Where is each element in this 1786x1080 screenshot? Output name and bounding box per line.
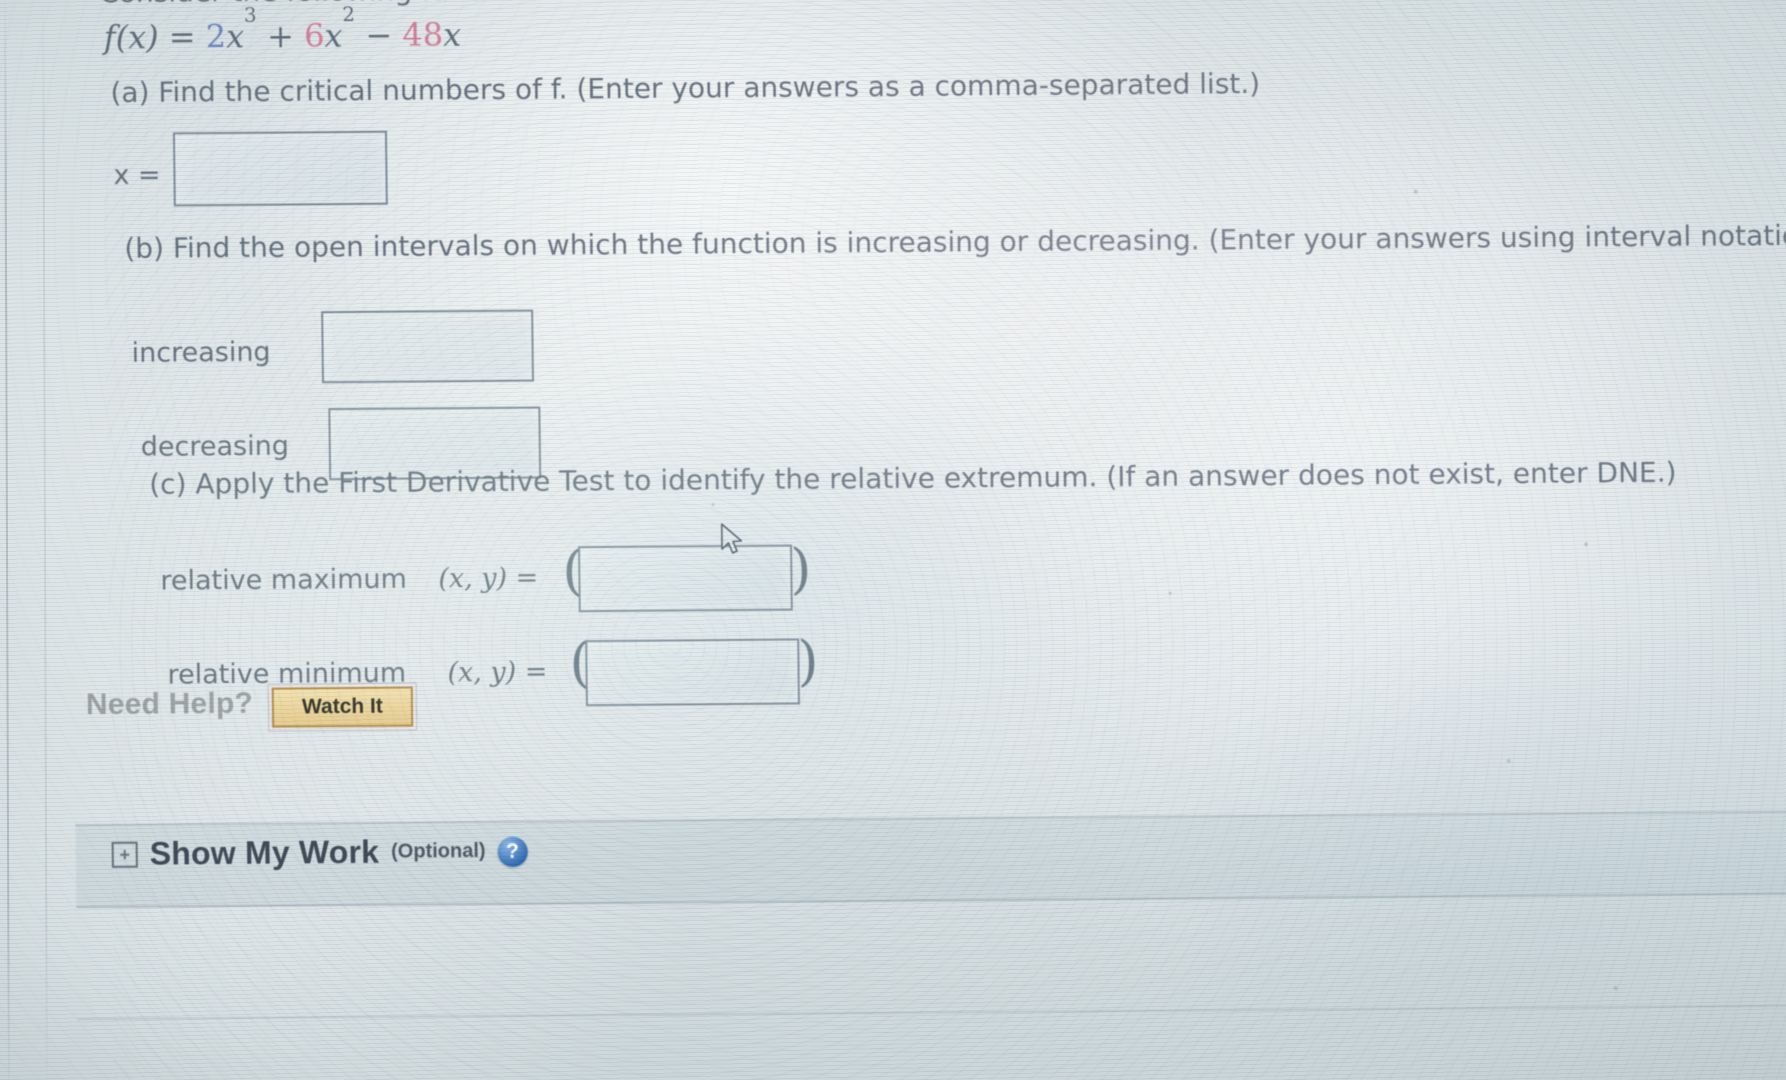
show-my-work-label: Show My Work — [149, 833, 380, 872]
show-my-work-optional-label: (Optional) — [390, 839, 486, 863]
part-a-critical-numbers-input[interactable] — [172, 130, 388, 207]
photographed-screen: Consider the following function. f(x) = … — [0, 0, 1786, 1080]
divider — [77, 1004, 1786, 1021]
need-help-label: Need Help? — [85, 686, 254, 722]
formula-term3-coefficient: 48 — [402, 15, 444, 55]
function-formula: f(x) = 2x3 + 6x2 − 48x — [103, 2, 462, 57]
increasing-interval-input[interactable] — [321, 309, 535, 384]
formula-term1-exponent: 3 — [243, 2, 257, 27]
formula-operator-1: + — [266, 17, 295, 56]
dust-speck — [1413, 189, 1418, 194]
expand-plus-icon[interactable]: + — [111, 841, 138, 868]
part-a-x-label: x = — [113, 159, 161, 191]
formula-term2-variable: x — [324, 16, 343, 55]
formula-term2-coefficient: 6 — [303, 16, 325, 56]
relative-maximum-close-paren: ) — [789, 537, 812, 601]
watch-it-button-frame: Watch It — [267, 682, 418, 732]
mouse-cursor-icon — [720, 523, 743, 554]
watch-it-button[interactable]: Watch It — [271, 686, 414, 728]
exercise-content: Consider the following function. f(x) = … — [0, 0, 1786, 1080]
formula-term3-variable: x — [442, 15, 462, 54]
relative-maximum-input[interactable] — [578, 544, 793, 613]
relative-minimum-input[interactable] — [585, 638, 800, 707]
part-b-decreasing-label: decreasing — [140, 430, 290, 463]
dust-speck — [1506, 758, 1511, 763]
dust-speck — [711, 503, 715, 507]
formula-lhs: f(x) = — [103, 17, 207, 57]
part-a-question: (a) Find the critical numbers of f. (Ent… — [110, 66, 1261, 109]
formula-term2-exponent: 2 — [342, 1, 356, 27]
part-b-increasing-label: increasing — [131, 336, 271, 369]
dust-speck — [1613, 986, 1618, 991]
formula-operator-2: − — [365, 16, 393, 55]
relative-minimum-close-paren: ) — [797, 629, 819, 693]
relative-maximum-label: relative maximum — [160, 563, 408, 597]
prompt-consider-function: Consider the following function. — [99, 0, 545, 9]
dust-speck — [1168, 591, 1172, 595]
relative-minimum-xy-equals: (x, y) = — [447, 656, 548, 689]
relative-maximum-xy-equals: (x, y) = — [438, 562, 539, 595]
help-question-icon[interactable]: ? — [497, 836, 528, 867]
dust-speck — [1584, 542, 1589, 547]
screen-surface: Consider the following function. f(x) = … — [0, 0, 1786, 1080]
formula-term1-variable: x — [225, 17, 245, 56]
show-my-work-row[interactable]: + Show My Work (Optional) ? — [111, 833, 528, 873]
part-b-question: (b) Find the open intervals on which the… — [124, 218, 1786, 265]
formula-term1-coefficient: 2 — [205, 17, 227, 56]
